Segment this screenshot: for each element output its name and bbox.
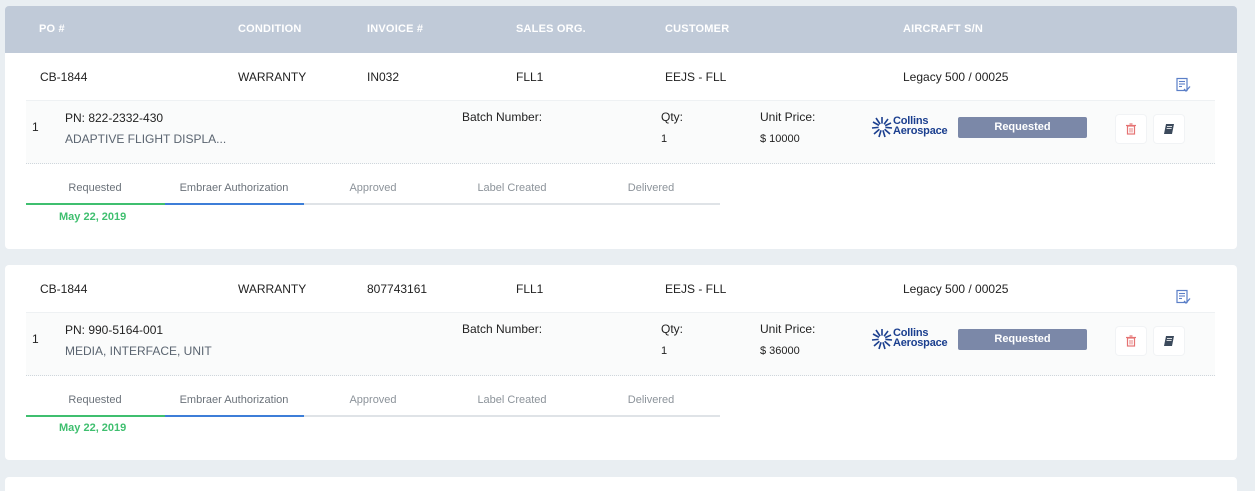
step-requested: Requested	[68, 182, 122, 194]
condition: WARRANTY	[238, 70, 307, 84]
step-embraer-authorization: Embraer Authorization	[179, 182, 289, 194]
part-description: ADAPTIVE FLIGHT DISPLA...	[65, 132, 227, 146]
order-card: CB-1844 WARRANTY IN032 FLL1 EEJS - FLL L…	[5, 53, 1237, 249]
step-date: May 22, 2019	[59, 211, 127, 223]
part-description: MEDIA, INTERFACE, UNIT	[65, 344, 212, 358]
qty-label: Qty:	[661, 110, 684, 124]
header-sales-org: SALES ORG.	[516, 23, 586, 35]
book-icon	[1164, 124, 1174, 134]
collins-sunburst-icon	[871, 329, 893, 350]
book-button[interactable]	[1154, 115, 1184, 143]
header-invoice: INVOICE #	[367, 23, 424, 35]
logo-text-line2: Aerospace	[893, 125, 948, 137]
invoice-number: IN032	[367, 70, 400, 84]
order-card: CB-1844 WARRANTY 807743161 FLL1 EEJS - F…	[5, 265, 1237, 460]
unit-price-value: $ 10000	[760, 133, 800, 145]
qty-value: 1	[661, 133, 668, 145]
collins-aerospace-logo: Collins Aerospace	[871, 327, 951, 351]
aircraft-serial: Legacy 500 / 00025	[903, 282, 1009, 296]
condition: WARRANTY	[238, 282, 307, 296]
notes-check-icon[interactable]	[1175, 77, 1191, 93]
progress-done	[26, 203, 165, 205]
book-button[interactable]	[1154, 327, 1184, 355]
qty-value: 1	[661, 345, 668, 357]
collins-aerospace-logo: Collins Aerospace	[871, 115, 951, 139]
header-customer: CUSTOMER	[665, 23, 730, 35]
step-embraer-authorization: Embraer Authorization	[179, 394, 289, 406]
batch-number-label: Batch Number:	[462, 110, 543, 124]
logo-text-line2: Aerospace	[893, 337, 948, 349]
line-item: 1 PN: 822-2332-430 ADAPTIVE FLIGHT DISPL…	[26, 100, 1215, 164]
delete-button[interactable]	[1116, 327, 1146, 355]
notes-check-icon[interactable]	[1175, 289, 1191, 305]
line-index: 1	[32, 120, 39, 134]
po-number: CB-1844	[40, 70, 88, 84]
step-delivered: Delivered	[627, 182, 675, 194]
trash-icon	[1126, 335, 1136, 347]
header-aircraft: AIRCRAFT S/N	[903, 23, 984, 35]
part-number: PN: 822-2332-430	[65, 111, 164, 125]
step-date: May 22, 2019	[59, 422, 127, 434]
step-approved: Approved	[349, 394, 397, 406]
step-label-created: Label Created	[477, 182, 547, 194]
part-number: PN: 990-5164-001	[65, 323, 164, 337]
progress-current	[165, 415, 304, 417]
step-requested: Requested	[68, 394, 122, 406]
qty-label: Qty:	[661, 322, 684, 336]
po-number: CB-1844	[40, 282, 88, 296]
line-index: 1	[32, 332, 39, 346]
unit-price-label: Unit Price:	[760, 322, 816, 336]
delete-button[interactable]	[1116, 115, 1146, 143]
progress-steps: Requested Embraer Authorization Approved…	[26, 182, 720, 212]
progress-current	[165, 203, 304, 205]
order-card-partial	[5, 477, 1237, 491]
aircraft-serial: Legacy 500 / 00025	[903, 70, 1009, 84]
header-po: PO #	[39, 23, 65, 35]
book-icon	[1164, 336, 1174, 346]
sales-org: FLL1	[516, 70, 544, 84]
unit-price-value: $ 36000	[760, 345, 800, 357]
step-approved: Approved	[349, 182, 397, 194]
customer: EEJS - FLL	[665, 282, 727, 296]
customer: EEJS - FLL	[665, 70, 727, 84]
progress-done	[26, 415, 165, 417]
step-delivered: Delivered	[627, 394, 675, 406]
status-badge: Requested	[958, 329, 1087, 350]
line-item: 1 PN: 990-5164-001 MEDIA, INTERFACE, UNI…	[26, 312, 1215, 376]
step-label-created: Label Created	[477, 394, 547, 406]
status-badge: Requested	[958, 117, 1087, 138]
collins-sunburst-icon	[871, 117, 893, 138]
progress-steps: Requested Embraer Authorization Approved…	[26, 394, 720, 424]
sales-org: FLL1	[516, 282, 544, 296]
table-header: PO # CONDITION INVOICE # SALES ORG. CUST…	[5, 6, 1237, 53]
header-condition: CONDITION	[238, 23, 302, 35]
batch-number-label: Batch Number:	[462, 322, 543, 336]
unit-price-label: Unit Price:	[760, 110, 816, 124]
invoice-number: 807743161	[367, 282, 428, 296]
trash-icon	[1126, 123, 1136, 135]
